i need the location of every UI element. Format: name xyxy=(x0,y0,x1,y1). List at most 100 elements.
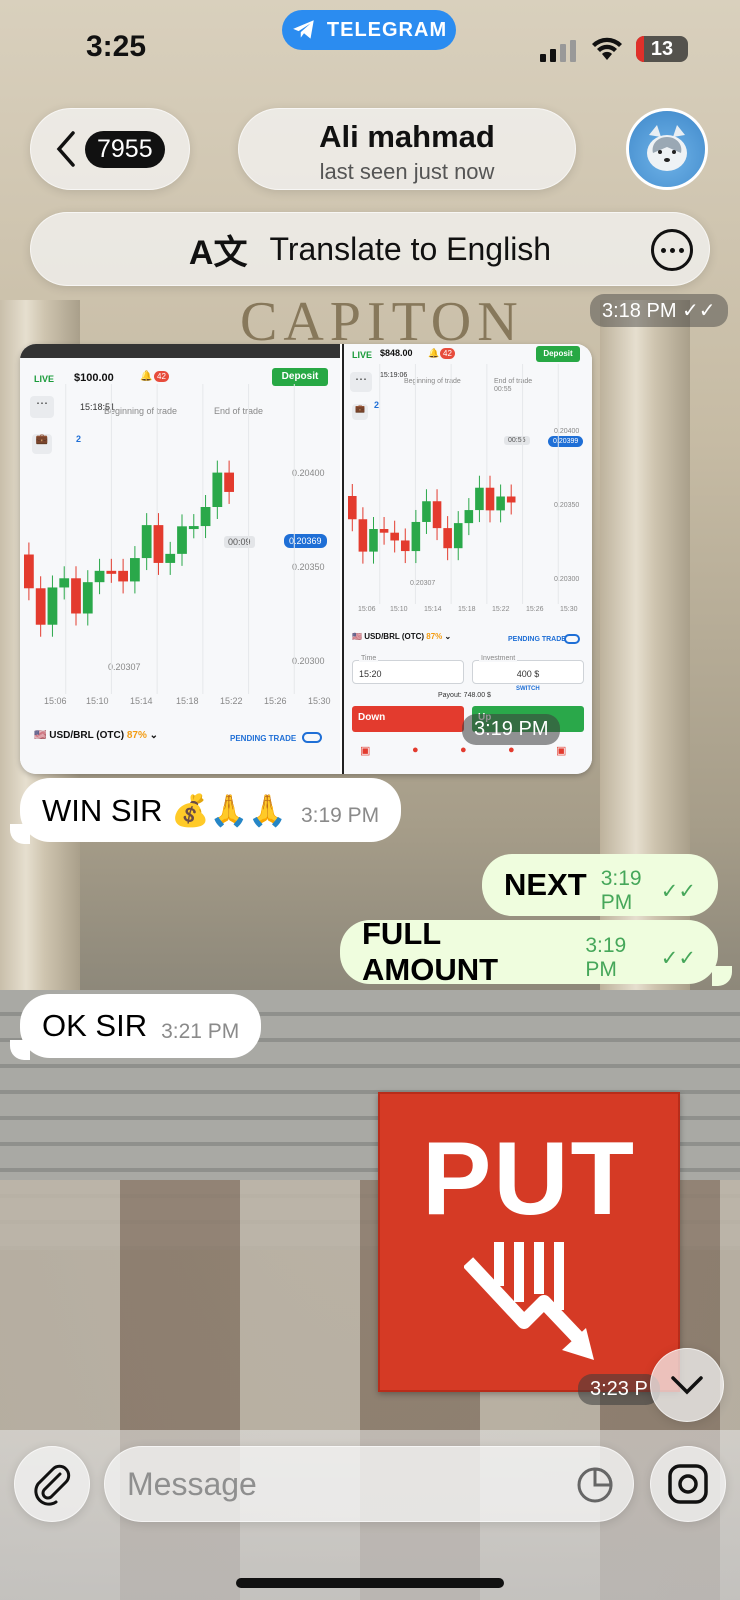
sticker-icon[interactable] xyxy=(575,1465,615,1505)
pair-name: USD/BRL (OTC) xyxy=(49,730,125,741)
x-tick: 15:10 xyxy=(86,696,109,706)
message-input-container[interactable] xyxy=(104,1446,634,1522)
bell-icon: 🔔 xyxy=(140,371,153,382)
media-timestamp: 3:19 PM xyxy=(462,714,561,745)
translate-label: Translate to English xyxy=(269,230,552,267)
translate-bar[interactable]: A文 Translate to English xyxy=(30,212,710,286)
gift-tab-icon: ▣ xyxy=(556,745,567,757)
status-bar: 3:25 TELEGRAM 13 xyxy=(0,0,740,96)
time-field-value: 15:20 xyxy=(359,669,382,679)
payout-label: Payout: 748.00 $ xyxy=(438,692,491,699)
x-tick: 15:06 xyxy=(44,696,67,706)
message-input[interactable] xyxy=(127,1465,547,1503)
candle-down xyxy=(432,501,442,529)
candle-up xyxy=(496,496,505,511)
x-tick: 15:10 xyxy=(390,606,408,613)
paperclip-icon xyxy=(34,1464,71,1506)
signal-icon xyxy=(540,40,576,62)
avatar[interactable] xyxy=(626,108,708,190)
candle-up xyxy=(165,553,176,563)
scroll-to-bottom-button[interactable] xyxy=(650,1348,724,1422)
timestamp: 3:18 PM xyxy=(602,300,677,322)
x-tick: 15:30 xyxy=(560,606,578,613)
candle-up xyxy=(141,525,152,559)
profile-tab-icon: ● xyxy=(460,744,467,756)
candle-down xyxy=(390,532,399,541)
message-time: 3:19 PM ✓✓ xyxy=(585,934,696,982)
back-button[interactable]: 7955 xyxy=(30,108,190,190)
candle-down xyxy=(443,528,452,549)
unread-count-badge: 7955 xyxy=(85,130,165,168)
telegram-pill-label: TELEGRAM xyxy=(326,18,448,41)
message-text: FULL AMOUNT xyxy=(362,916,499,987)
candle-down xyxy=(379,529,389,533)
candle-up xyxy=(59,578,70,588)
clock: 3:25 xyxy=(86,30,147,63)
outgoing-message[interactable]: NEXT 3:19 PM ✓✓ xyxy=(482,854,718,916)
attach-button[interactable] xyxy=(14,1446,90,1522)
timestamp: 3:19 PM xyxy=(585,934,627,981)
timestamp: 3:19 PM xyxy=(600,867,642,914)
home-indicator xyxy=(236,1578,504,1588)
pending-trade-label: PENDING TRADE xyxy=(508,636,566,643)
x-tick: 15:06 xyxy=(358,606,376,613)
payout-percent: 87% xyxy=(126,730,147,741)
pair-name: USD/BRL (OTC) xyxy=(364,632,425,641)
chat-title[interactable]: Ali mahmad last seen just now xyxy=(238,108,576,190)
candle-up xyxy=(453,523,463,549)
pending-trade-toggle xyxy=(564,634,580,644)
incoming-message[interactable]: OK SIR 3:21 PM xyxy=(20,994,262,1058)
telegram-pill[interactable]: TELEGRAM xyxy=(282,10,456,50)
candle-up xyxy=(369,529,378,552)
deposit-button: Deposit xyxy=(536,346,580,362)
live-badge: LIVE xyxy=(352,350,373,360)
x-tick: 15:26 xyxy=(526,606,544,613)
x-tick: 15:22 xyxy=(220,696,243,706)
currency-pair: 🇺🇸 USD/BRL (OTC) 87% ⌄ xyxy=(352,632,452,641)
x-tick: 15:26 xyxy=(264,696,287,706)
put-sticker[interactable]: PUT xyxy=(378,1092,680,1392)
pending-trade-label: PENDING TRADE xyxy=(230,734,297,743)
candle-down xyxy=(506,496,516,503)
x-tick: 15:18 xyxy=(458,606,476,613)
x-tick: 15:22 xyxy=(492,606,510,613)
investment-field-value: 400 $ xyxy=(516,669,540,679)
candle-up xyxy=(130,558,140,582)
candlestick-chart xyxy=(24,384,295,694)
background-sign: CAPITON xyxy=(240,291,524,353)
candlestick-chart xyxy=(348,364,559,604)
outgoing-message[interactable]: FULL AMOUNT 3:19 PM ✓✓ xyxy=(340,916,718,987)
trophy-tab-icon: ● xyxy=(508,744,515,756)
pending-trade-toggle xyxy=(302,732,322,743)
candle-up xyxy=(475,487,484,511)
message-text: OK SIR xyxy=(42,1008,148,1043)
investment-field-label: Investment xyxy=(479,655,518,662)
screenshot-message[interactable]: LIVE $100.00 🔔 42 Deposit ⋯ 15:18:51 Beg… xyxy=(20,344,592,774)
candle-up xyxy=(411,521,421,552)
down-button: Down xyxy=(352,706,464,732)
time-field: Time 15:20 xyxy=(352,655,464,684)
camera-button[interactable] xyxy=(650,1446,726,1522)
message-text: WIN SIR 💰🙏🙏 xyxy=(42,792,287,828)
battery-icon: 13 xyxy=(636,36,688,62)
investment-field: Investment 400 $ xyxy=(472,655,584,684)
chevron-left-icon xyxy=(56,131,75,167)
candle-down xyxy=(485,487,495,511)
account-balance: $100.00 xyxy=(74,372,114,384)
trend-down-arrow-icon xyxy=(464,1242,594,1360)
candle-down xyxy=(358,519,368,552)
incoming-message[interactable]: WIN SIR 💰🙏🙏 3:19 PM xyxy=(20,778,402,842)
more-options-button[interactable] xyxy=(651,229,693,271)
candle-up xyxy=(177,526,187,554)
currency-pair: 🇺🇸 USD/BRL (OTC) 87% ⌄ xyxy=(34,730,159,741)
candle-down xyxy=(348,496,357,520)
battery-level: 13 xyxy=(650,37,674,60)
time-field-label: Time xyxy=(359,655,379,662)
photo-tab-icon: ▣ xyxy=(360,745,371,757)
x-tick: 15:14 xyxy=(424,606,442,613)
wifi-icon xyxy=(592,37,622,60)
candle-up xyxy=(212,472,223,508)
candle-down xyxy=(224,472,234,492)
bell-icon: 🔔 xyxy=(428,348,440,358)
trading-screenshot-left: LIVE $100.00 🔔 42 Deposit ⋯ 15:18:51 Beg… xyxy=(20,344,340,774)
